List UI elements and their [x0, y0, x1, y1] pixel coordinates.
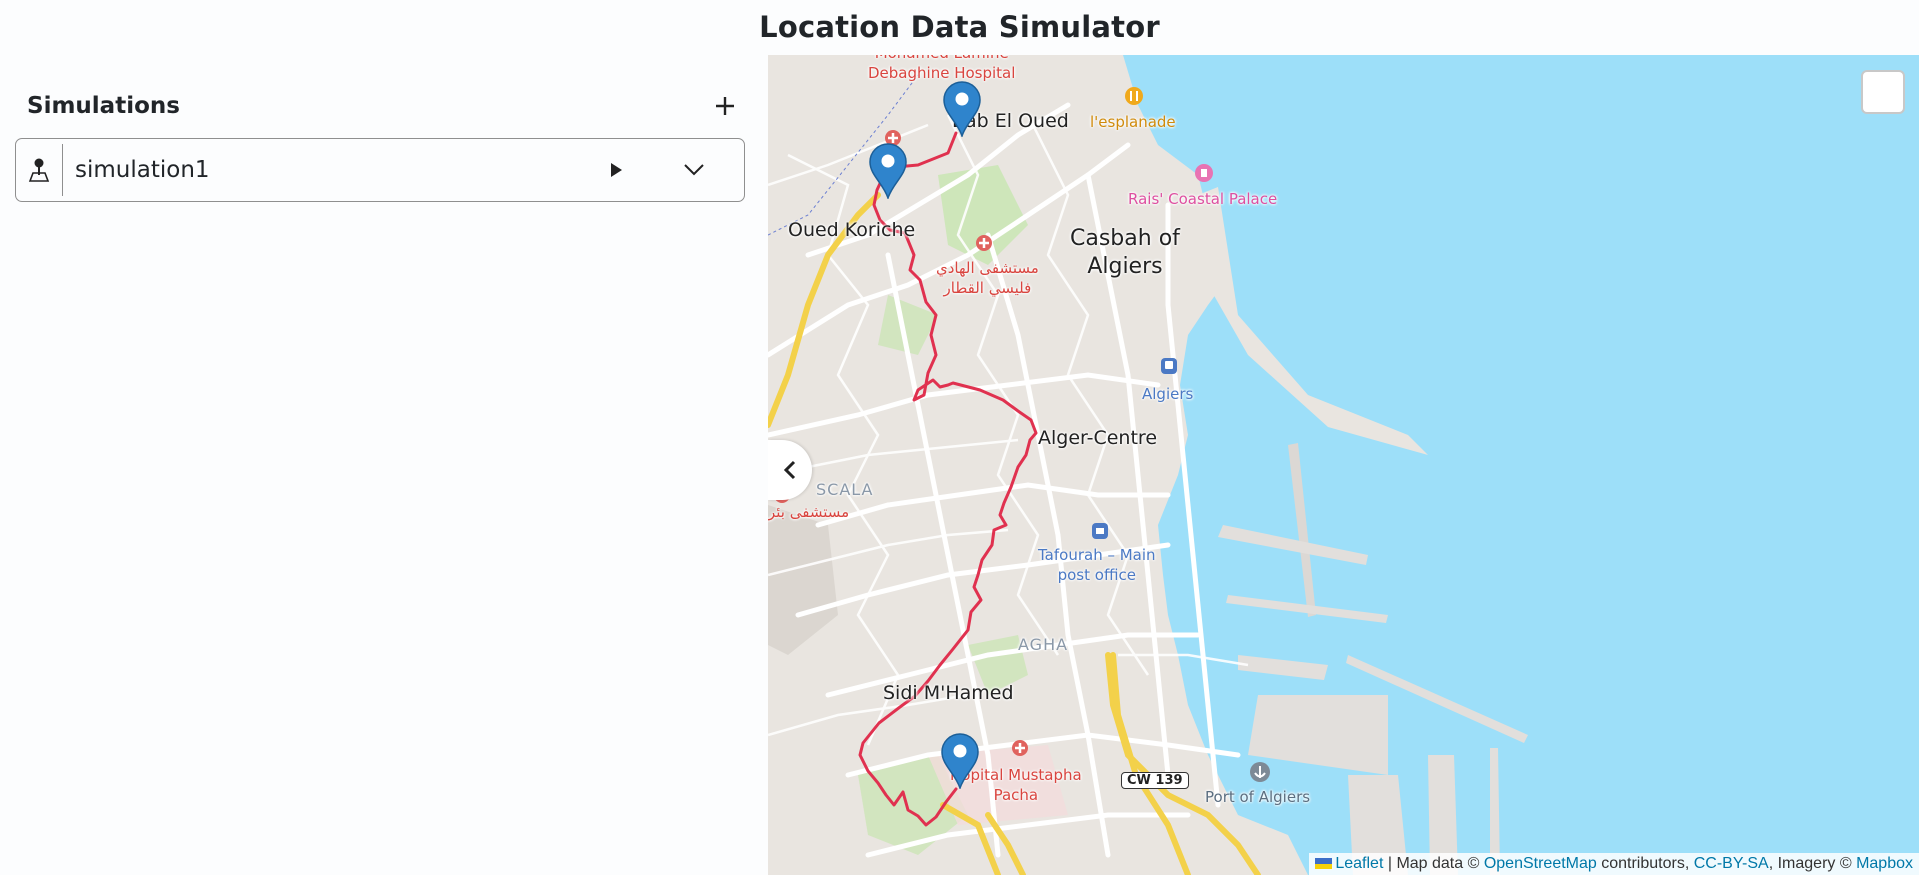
simulations-title: Simulations	[27, 93, 180, 119]
attribution-text: , Imagery ©	[1768, 855, 1857, 872]
play-icon	[611, 163, 622, 177]
area-label-agha: AGHA	[1018, 635, 1069, 654]
mapbox-link[interactable]: Mapbox	[1856, 855, 1913, 872]
waypoint-marker[interactable]	[868, 143, 908, 199]
expand-simulation-button[interactable]	[669, 144, 719, 196]
play-simulation-button[interactable]	[591, 144, 641, 196]
person-pin-icon	[28, 158, 50, 182]
restaurant-icon	[1125, 87, 1143, 105]
place-label-sidi-mhamed: Sidi M'Hamed	[883, 682, 1014, 704]
simulation-type-cell	[16, 144, 63, 196]
place-label-alger-centre: Alger-Centre	[1038, 427, 1158, 449]
poi-label-hospital-arabic: مستشفى الهادي فليسي القطار	[936, 259, 1039, 297]
poi-label-rais-palace: Rais' Coastal Palace	[1128, 190, 1278, 208]
poi-label-tafourah: Tafourah – Main post office	[1038, 546, 1156, 584]
hospital-icon	[976, 235, 992, 251]
openstreetmap-link[interactable]: OpenStreetMap	[1484, 855, 1597, 872]
road-shield-cw139: CW 139	[1121, 772, 1189, 789]
simulation-name-input[interactable]	[63, 139, 591, 201]
cc-by-sa-link[interactable]: CC-BY-SA	[1694, 855, 1769, 872]
place-label-casbah: Casbah of Algiers	[1070, 226, 1180, 279]
map-attribution: Leaflet | Map data © OpenStreetMap contr…	[1309, 853, 1919, 875]
train-station-icon	[1161, 358, 1177, 374]
ukraine-flag-icon	[1315, 858, 1333, 869]
hospital-icon	[1012, 740, 1028, 756]
app-title: Location Data Simulator	[759, 10, 1160, 44]
end-marker[interactable]	[940, 733, 980, 789]
area-label-scala: SCALA	[816, 480, 874, 499]
poi-label-scala-hospital: مستشفى بئر	[768, 503, 850, 521]
add-simulation-button[interactable]	[707, 88, 743, 124]
poi-label-port: Port of Algiers	[1205, 788, 1311, 806]
post-office-icon	[1092, 523, 1108, 539]
leaflet-link[interactable]: Leaflet	[1335, 855, 1383, 872]
chevron-down-icon	[684, 164, 704, 176]
layers-button[interactable]	[1861, 70, 1905, 114]
chevron-left-icon	[783, 460, 796, 480]
map[interactable]: Bab El Oued Oued Koriche Casbah of Algie…	[768, 55, 1919, 875]
simulation-item[interactable]	[15, 138, 745, 202]
monument-icon	[1195, 164, 1213, 182]
attribution-text: | Map data ©	[1383, 855, 1484, 872]
poi-label-esplanade: l'esplanade	[1090, 113, 1176, 131]
sidebar: Simulations	[0, 55, 768, 875]
plus-icon	[716, 97, 734, 115]
simulations-header: Simulations	[27, 85, 743, 127]
attribution-text: contributors,	[1596, 855, 1694, 872]
poi-label-debaghine-hospital: Mohamed Lamine Debaghine Hospital	[868, 55, 1016, 82]
place-label-oued-koriche: Oued Koriche	[788, 219, 916, 241]
poi-label-algiers-station: Algiers	[1142, 385, 1194, 403]
start-marker[interactable]	[942, 81, 982, 137]
port-icon	[1250, 762, 1270, 782]
